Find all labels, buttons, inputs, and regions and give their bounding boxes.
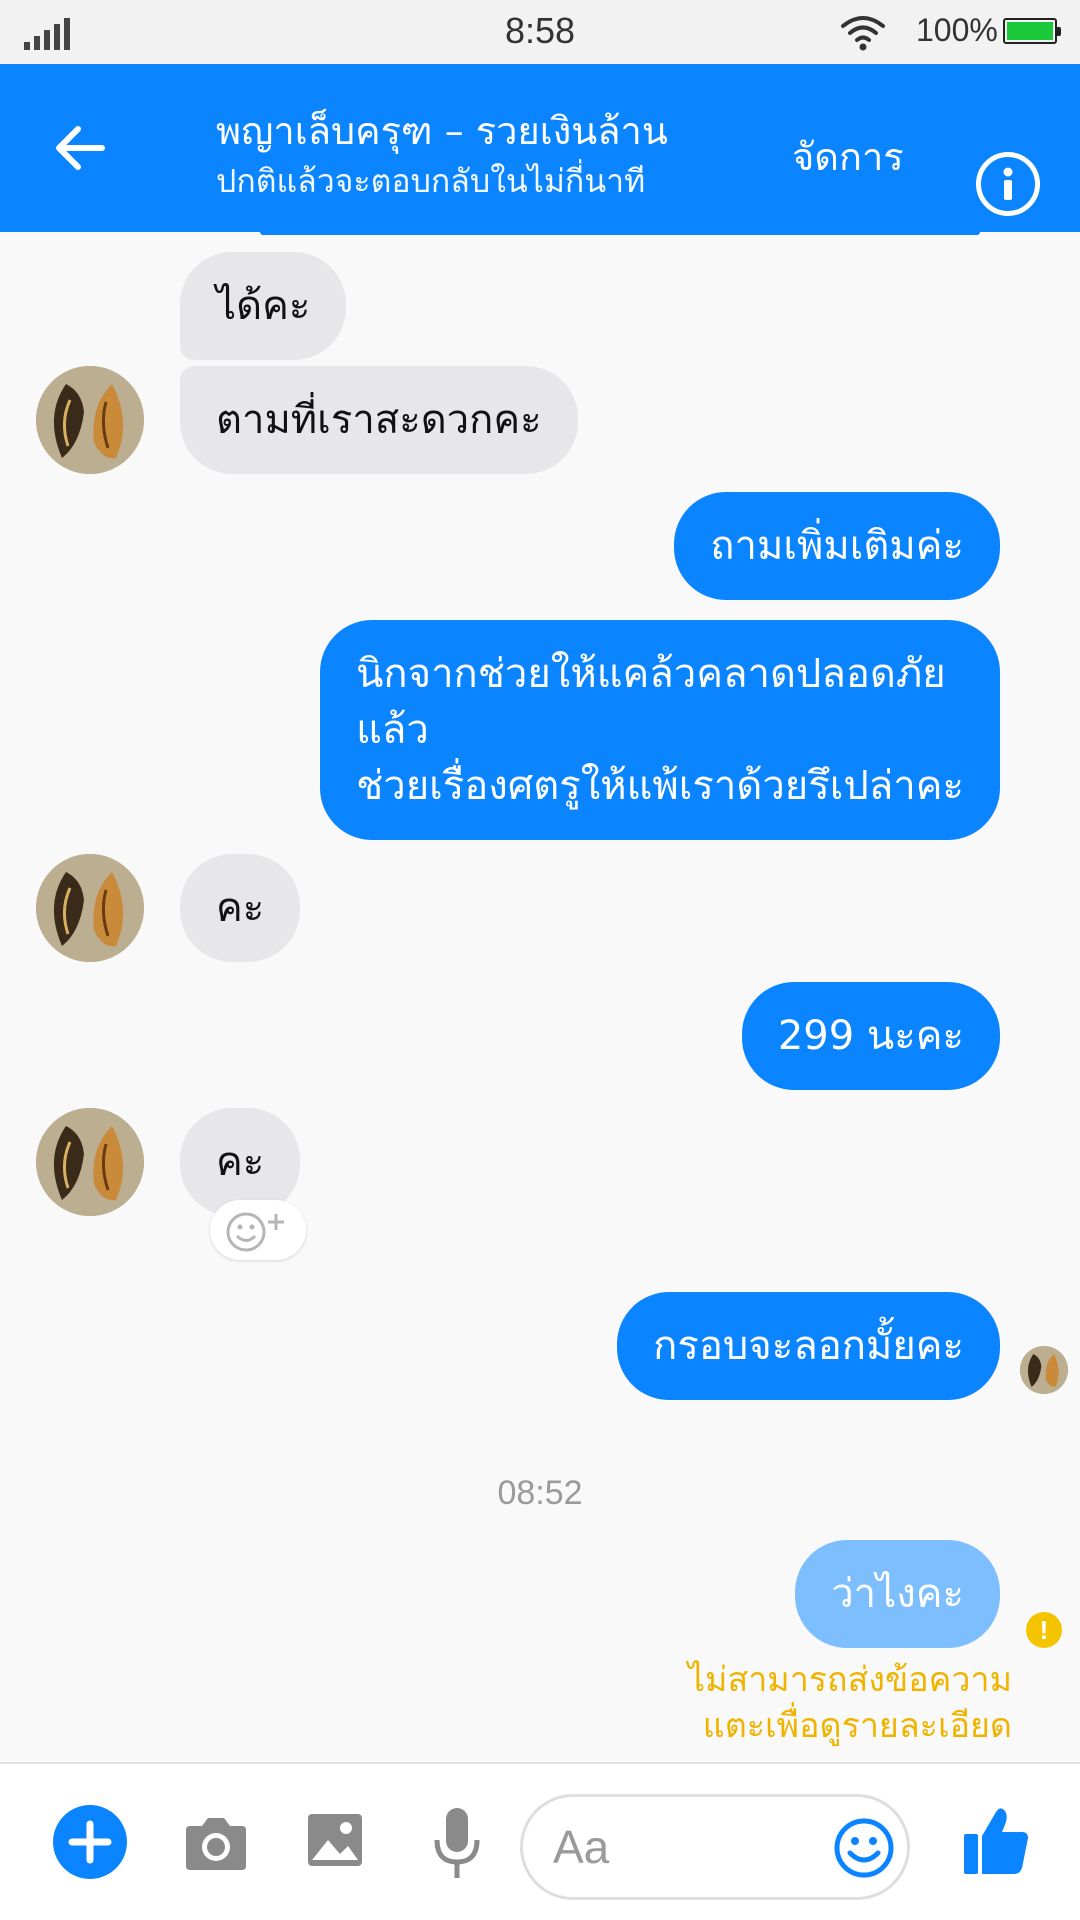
message-input[interactable] (553, 1815, 813, 1879)
battery-icon (1003, 18, 1061, 44)
sender-avatar[interactable] (36, 1108, 144, 1216)
sender-avatar[interactable] (36, 854, 144, 962)
incoming-message[interactable]: ได้คะ (180, 252, 347, 360)
image-icon[interactable] (306, 1810, 364, 1870)
arrow-left-icon[interactable] (50, 118, 110, 178)
message-input-field[interactable] (520, 1794, 910, 1900)
previous-message-edge (260, 232, 980, 235)
outgoing-message[interactable]: 299 นะคะ (741, 982, 1000, 1090)
message-timestamp: 08:52 (497, 1474, 583, 1512)
sender-avatar[interactable] (36, 366, 144, 474)
camera-icon[interactable] (184, 1812, 248, 1872)
microphone-icon[interactable] (432, 1806, 482, 1882)
amulet-image (1020, 1346, 1068, 1394)
info-icon[interactable] (976, 152, 1040, 216)
seen-receipt-avatar (1020, 1346, 1068, 1394)
outgoing-message[interactable]: ถามเพิ่มเติมค่ะ (674, 492, 1000, 600)
incoming-message[interactable]: ตามที่เราสะดวกคะ (180, 366, 578, 474)
amulet-image (36, 1108, 144, 1216)
outgoing-message-multiline[interactable]: นิกจากช่วยให้แคล้วคลาดปลอดภัย แล้ว ช่วยเ… (320, 620, 1000, 840)
message-thread[interactable]: ได้คะ ตามที่เราสะดวกคะ ถามเพิ่มเติมค่ะ น… (0, 232, 1080, 1762)
error-icon[interactable]: ! (1026, 1612, 1062, 1648)
outgoing-message[interactable]: กรอบจะลอกมั้ยคะ (617, 1292, 1000, 1400)
chat-header: พญาเล็บครุฑ – รวยเงินล้าน ปกติแล้วจะตอบก… (0, 64, 1080, 232)
message-line: ช่วยเรื่องศตรูให้แพ้เราด้วยรึเปล่าคะ (356, 763, 964, 809)
chat-subtitle: ปกติแล้วจะตอบกลับในไม่กี่นาที (216, 162, 646, 200)
incoming-message[interactable]: คะ (180, 854, 301, 962)
thumbs-up-icon[interactable] (962, 1804, 1030, 1876)
message-line: แล้ว (356, 707, 429, 753)
wifi-icon (841, 16, 885, 51)
status-bar: 8:58 100% (0, 0, 1080, 64)
amulet-image (36, 366, 144, 474)
message-composer (0, 1762, 1080, 1920)
manage-button[interactable]: จัดการ (792, 126, 904, 187)
add-reaction-icon (226, 1212, 284, 1252)
plus-icon[interactable] (52, 1804, 128, 1880)
send-error-details-link[interactable]: แตะเพื่อดูรายละเอียด (703, 1698, 1012, 1752)
battery-percent: 100% (916, 12, 998, 48)
amulet-image (36, 854, 144, 962)
failed-outgoing-message[interactable]: ว่าไงคะ (795, 1540, 1000, 1648)
message-line: นิกจากช่วยให้แคล้วคลาดปลอดภัย (356, 651, 946, 697)
emoji-icon[interactable] (833, 1817, 895, 1879)
add-reaction-button[interactable] (210, 1200, 306, 1260)
chat-title[interactable]: พญาเล็บครุฑ – รวยเงินล้าน (216, 100, 668, 161)
